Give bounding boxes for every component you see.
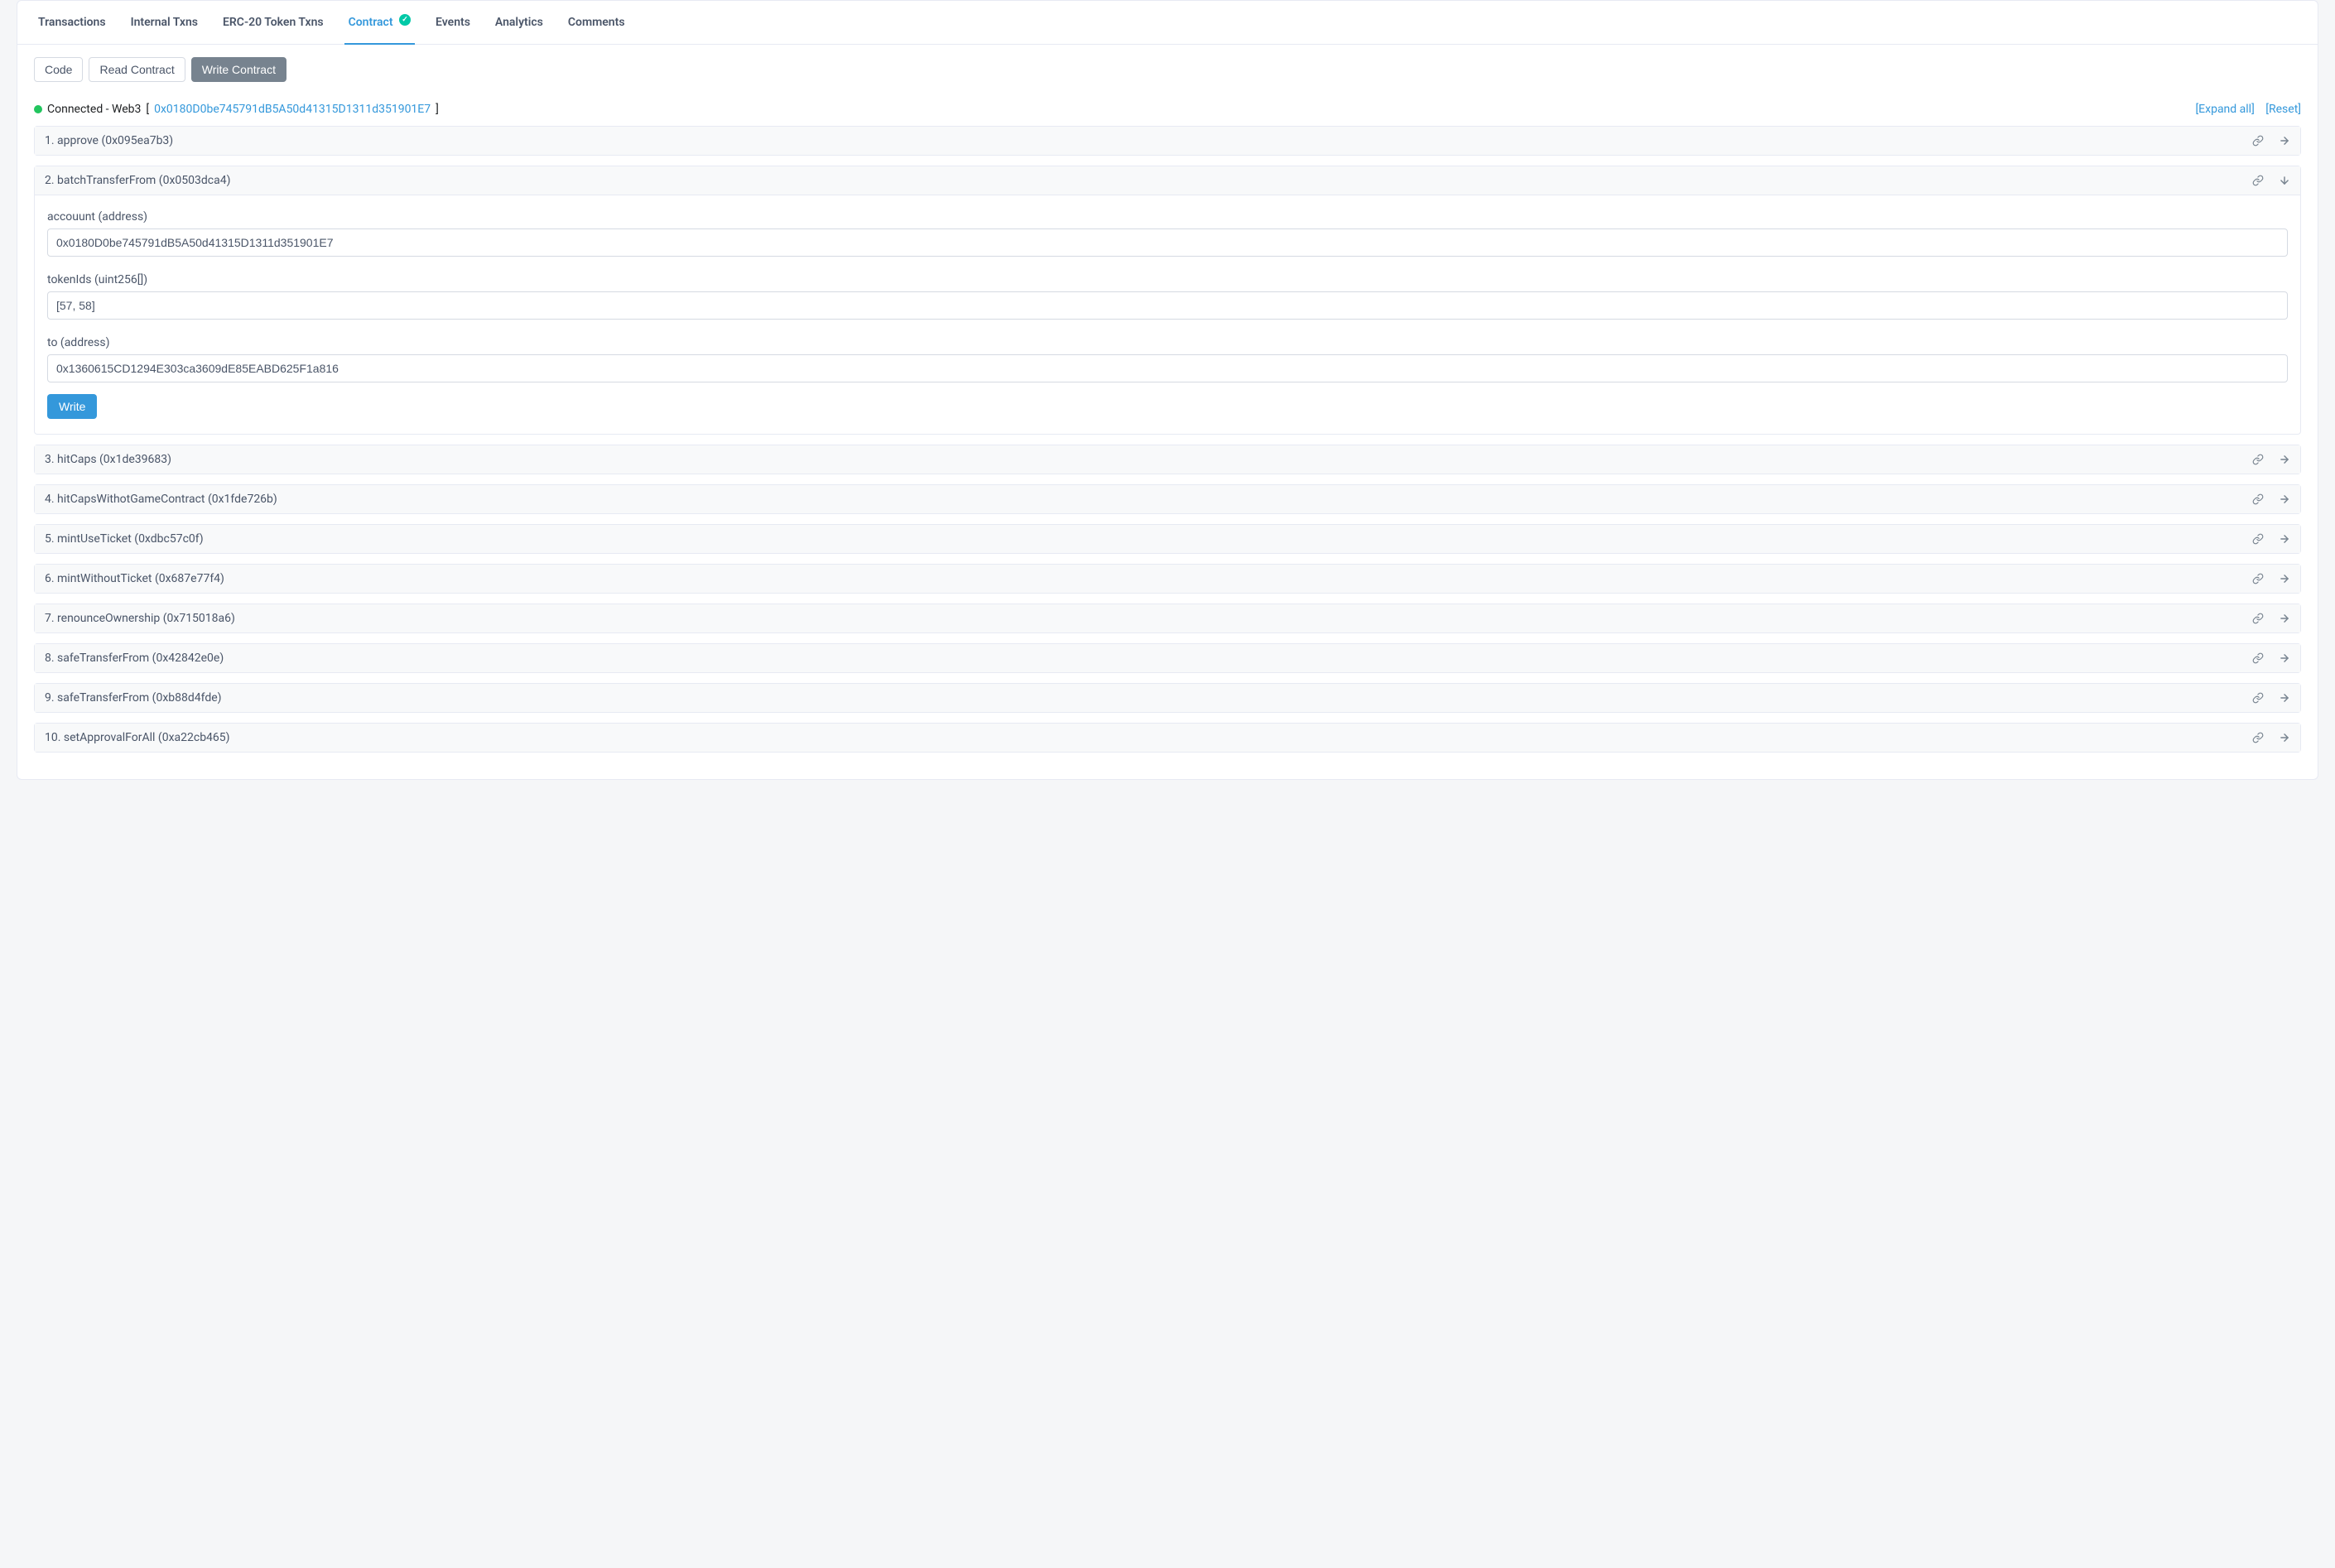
field-label-tokenids: tokenIds (uint256[]) [47, 273, 2288, 286]
input-to-address[interactable] [47, 354, 2288, 382]
function-title: 7. renounceOwnership (0x715018a6) [45, 612, 235, 625]
tab-comments[interactable]: Comments [556, 1, 638, 44]
tab-contract-label: Contract [349, 16, 393, 29]
tab-events[interactable]: Events [423, 1, 483, 44]
function-header-safetransferfrom-1[interactable]: 8. safeTransferFrom (0x42842e0e) [35, 644, 2300, 672]
function-item: 5. mintUseTicket (0xdbc57c0f) [34, 524, 2301, 554]
field-label-to: to (address) [47, 336, 2288, 349]
function-header-setapprovalforall[interactable]: 10. setApprovalForAll (0xa22cb465) [35, 724, 2300, 752]
subtab-code[interactable]: Code [34, 57, 83, 82]
function-header-hitcaps[interactable]: 3. hitCaps (0x1de39683) [35, 445, 2300, 474]
arrow-right-icon[interactable] [2279, 454, 2290, 465]
link-icon[interactable] [2252, 652, 2264, 664]
tab-internal-txns[interactable]: Internal Txns [118, 1, 210, 44]
function-header-mintwithoutticket[interactable]: 6. mintWithoutTicket (0x687e77f4) [35, 565, 2300, 593]
link-icon[interactable] [2252, 613, 2264, 624]
contract-subbar: Code Read Contract Write Contract [17, 45, 2318, 82]
write-button[interactable]: Write [47, 394, 97, 419]
contract-subtabs: Code Read Contract Write Contract [34, 57, 2301, 82]
link-icon[interactable] [2252, 692, 2264, 704]
function-item: 4. hitCapsWithotGameContract (0x1fde726b… [34, 484, 2301, 514]
function-body-batchtransferfrom: accouunt (address) tokenIds (uint256[]) … [35, 195, 2300, 434]
main-tabs: Transactions Internal Txns ERC-20 Token … [17, 1, 2318, 45]
arrow-right-icon[interactable] [2279, 533, 2290, 545]
function-item: 2. batchTransferFrom (0x0503dca4) accouu… [34, 166, 2301, 435]
expand-all-link[interactable]: [Expand all] [2195, 103, 2254, 116]
arrow-right-icon[interactable] [2279, 692, 2290, 704]
arrow-right-icon[interactable] [2279, 613, 2290, 624]
function-header-approve[interactable]: 1. approve (0x095ea7b3) [35, 127, 2300, 155]
tab-transactions[interactable]: Transactions [26, 1, 118, 44]
input-account-address[interactable] [47, 228, 2288, 257]
arrow-right-icon[interactable] [2279, 135, 2290, 147]
address-open-bracket: [ [146, 103, 149, 116]
function-title: 8. safeTransferFrom (0x42842e0e) [45, 652, 224, 665]
subtab-read-contract[interactable]: Read Contract [89, 57, 185, 82]
function-header-safetransferfrom-2[interactable]: 9. safeTransferFrom (0xb88d4fde) [35, 684, 2300, 712]
link-icon[interactable] [2252, 493, 2264, 505]
function-title: 9. safeTransferFrom (0xb88d4fde) [45, 691, 222, 705]
function-item: 10. setApprovalForAll (0xa22cb465) [34, 723, 2301, 753]
arrow-right-icon[interactable] [2279, 732, 2290, 743]
write-function-list: 1. approve (0x095ea7b3) 2. batchTransfer… [17, 126, 2318, 779]
function-header-mintuseticket[interactable]: 5. mintUseTicket (0xdbc57c0f) [35, 525, 2300, 553]
function-title: 1. approve (0x095ea7b3) [45, 134, 173, 147]
function-item: 9. safeTransferFrom (0xb88d4fde) [34, 683, 2301, 713]
function-title: 2. batchTransferFrom (0x0503dca4) [45, 174, 230, 187]
subtab-write-contract[interactable]: Write Contract [191, 57, 286, 82]
contract-panel: Transactions Internal Txns ERC-20 Token … [17, 0, 2318, 780]
function-header-hitcapswithotgamecontract[interactable]: 4. hitCapsWithotGameContract (0x1fde726b… [35, 485, 2300, 513]
reset-link[interactable]: [Reset] [2265, 103, 2301, 116]
verified-check-icon: ✓ [399, 14, 411, 26]
arrow-right-icon[interactable] [2279, 652, 2290, 664]
function-title: 6. mintWithoutTicket (0x687e77f4) [45, 572, 224, 585]
arrow-down-icon[interactable] [2279, 175, 2290, 186]
connection-status-label: Connected - Web3 [47, 103, 141, 116]
link-icon[interactable] [2252, 573, 2264, 584]
status-dot-icon [34, 105, 42, 113]
status-actions: [Expand all] [Reset] [2187, 103, 2301, 116]
function-item: 6. mintWithoutTicket (0x687e77f4) [34, 564, 2301, 594]
address-close-bracket: ] [436, 103, 439, 116]
arrow-right-icon[interactable] [2279, 493, 2290, 505]
function-item: 7. renounceOwnership (0x715018a6) [34, 604, 2301, 633]
field-label-account: accouunt (address) [47, 210, 2288, 224]
link-icon[interactable] [2252, 175, 2264, 186]
link-icon[interactable] [2252, 135, 2264, 147]
tab-erc20-token-txns[interactable]: ERC-20 Token Txns [210, 1, 336, 44]
function-header-batchtransferfrom[interactable]: 2. batchTransferFrom (0x0503dca4) [35, 166, 2300, 195]
connected-address-link[interactable]: 0x0180D0be745791dB5A50d41315D1311d351901… [154, 103, 431, 116]
link-icon[interactable] [2252, 454, 2264, 465]
tab-analytics[interactable]: Analytics [483, 1, 556, 44]
connection-status: Connected - Web3 [0x0180D0be745791dB5A50… [34, 103, 439, 116]
input-tokenids[interactable] [47, 291, 2288, 320]
function-header-renounceownership[interactable]: 7. renounceOwnership (0x715018a6) [35, 604, 2300, 632]
link-icon[interactable] [2252, 732, 2264, 743]
arrow-right-icon[interactable] [2279, 573, 2290, 584]
function-title: 3. hitCaps (0x1de39683) [45, 453, 171, 466]
function-item: 8. safeTransferFrom (0x42842e0e) [34, 643, 2301, 673]
function-item: 3. hitCaps (0x1de39683) [34, 445, 2301, 474]
function-title: 4. hitCapsWithotGameContract (0x1fde726b… [45, 493, 277, 506]
function-item: 1. approve (0x095ea7b3) [34, 126, 2301, 156]
tab-contract[interactable]: Contract ✓ [336, 1, 423, 44]
link-icon[interactable] [2252, 533, 2264, 545]
function-title: 5. mintUseTicket (0xdbc57c0f) [45, 532, 204, 546]
connection-status-row: Connected - Web3 [0x0180D0be745791dB5A50… [17, 103, 2318, 126]
function-title: 10. setApprovalForAll (0xa22cb465) [45, 731, 230, 744]
